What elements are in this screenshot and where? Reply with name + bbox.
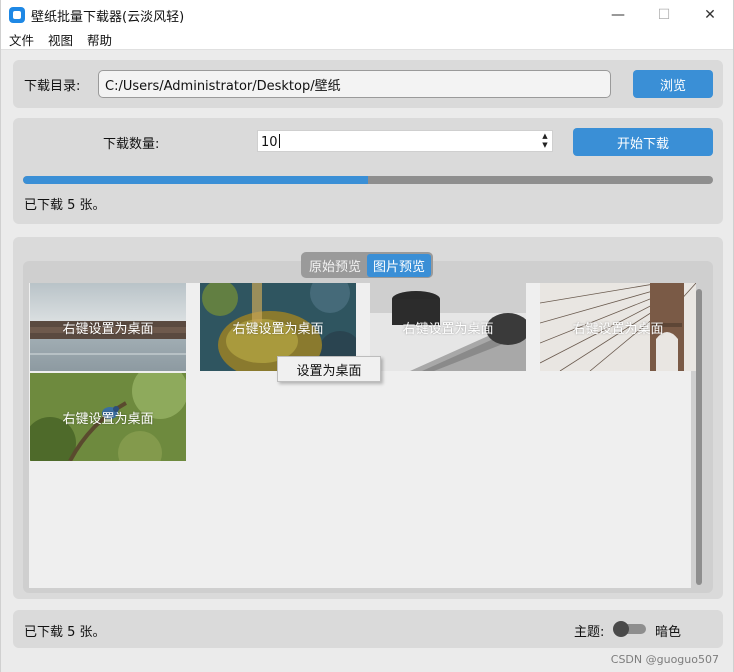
minimize-button[interactable]: —	[595, 0, 641, 30]
count-spinbox[interactable]: 10 ▲ ▼	[257, 130, 553, 152]
title-bar: 壁纸批量下载器(云淡风轻) — ☐ ✕	[1, 0, 733, 30]
theme-label: 主题:	[574, 625, 605, 640]
download-progress-fill	[23, 176, 368, 184]
thumbnail-bird[interactable]: 右键设置为桌面	[30, 373, 186, 461]
thumbnail-label: 右键设置为桌面	[62, 321, 154, 337]
preview-panel: 右键设置为桌面 右键设置为桌面 右键设置为桌面 右键设置为桌面 右键设置为桌面 …	[13, 237, 723, 599]
download-panel: 下载数量: 10 ▲ ▼ 开始下载 已下载 5 张。	[13, 118, 723, 224]
thumbnail-gallery: 右键设置为桌面 右键设置为桌面 右键设置为桌面 右键设置为桌面 右键设置为桌面 …	[29, 283, 696, 588]
window-title: 壁纸批量下载器(云淡风轻)	[31, 9, 185, 25]
thumbnail-label: 右键设置为桌面	[232, 321, 324, 337]
gallery-scrollbar[interactable]	[696, 289, 702, 585]
spin-down-icon[interactable]: ▼	[542, 141, 547, 150]
preview-area: 右键设置为桌面 右键设置为桌面 右键设置为桌面 右键设置为桌面 右键设置为桌面 …	[23, 261, 713, 593]
tab-original-preview[interactable]: 原始预览	[303, 254, 367, 277]
menu-help[interactable]: 帮助	[79, 30, 118, 49]
status-panel: 已下载 5 张。 主题: 暗色	[13, 610, 723, 648]
toggle-knob	[613, 621, 629, 637]
thumbnail-label: 右键设置为桌面	[402, 321, 494, 337]
theme-value: 暗色	[655, 625, 682, 640]
download-progress-bar	[23, 176, 713, 184]
thumbnail-desk[interactable]: 右键设置为桌面	[370, 283, 526, 371]
thumbnail-label: 右键设置为桌面	[62, 411, 154, 427]
menu-view[interactable]: 视图	[40, 30, 79, 49]
preview-tab-bar: 原始预览 图片预览	[301, 252, 434, 278]
app-window: 壁纸批量下载器(云淡风轻) — ☐ ✕ 文件 视图 帮助 下载目录: 浏览 下载…	[0, 0, 734, 672]
app-icon	[9, 7, 25, 23]
count-label: 下载数量:	[103, 137, 160, 152]
directory-label: 下载目录:	[24, 79, 81, 94]
menu-bar: 文件 视图 帮助	[1, 30, 733, 50]
thumbnail-pier[interactable]: 右键设置为桌面	[30, 283, 186, 371]
close-button[interactable]: ✕	[687, 0, 733, 30]
context-menu-set-wallpaper[interactable]: 设置为桌面	[277, 356, 381, 382]
bottom-status: 已下载 5 张。	[24, 625, 106, 640]
start-download-button[interactable]: 开始下载	[573, 128, 713, 156]
thumbnail-label: 右键设置为桌面	[572, 321, 664, 337]
spin-up-icon[interactable]: ▲	[542, 132, 547, 141]
directory-input[interactable]	[98, 70, 611, 98]
window-controls: — ☐ ✕	[595, 0, 733, 30]
download-status: 已下载 5 张。	[24, 198, 106, 213]
thumbnail-bridge[interactable]: 右键设置为桌面	[540, 283, 696, 371]
tab-image-preview[interactable]: 图片预览	[367, 253, 432, 277]
count-value: 10	[261, 135, 278, 150]
directory-panel: 下载目录: 浏览	[13, 60, 723, 108]
maximize-button[interactable]: ☐	[641, 0, 687, 30]
browse-button[interactable]: 浏览	[633, 70, 713, 98]
watermark: CSDN @guoguo507	[610, 653, 719, 666]
menu-file[interactable]: 文件	[1, 30, 40, 49]
theme-toggle[interactable]	[613, 621, 646, 637]
